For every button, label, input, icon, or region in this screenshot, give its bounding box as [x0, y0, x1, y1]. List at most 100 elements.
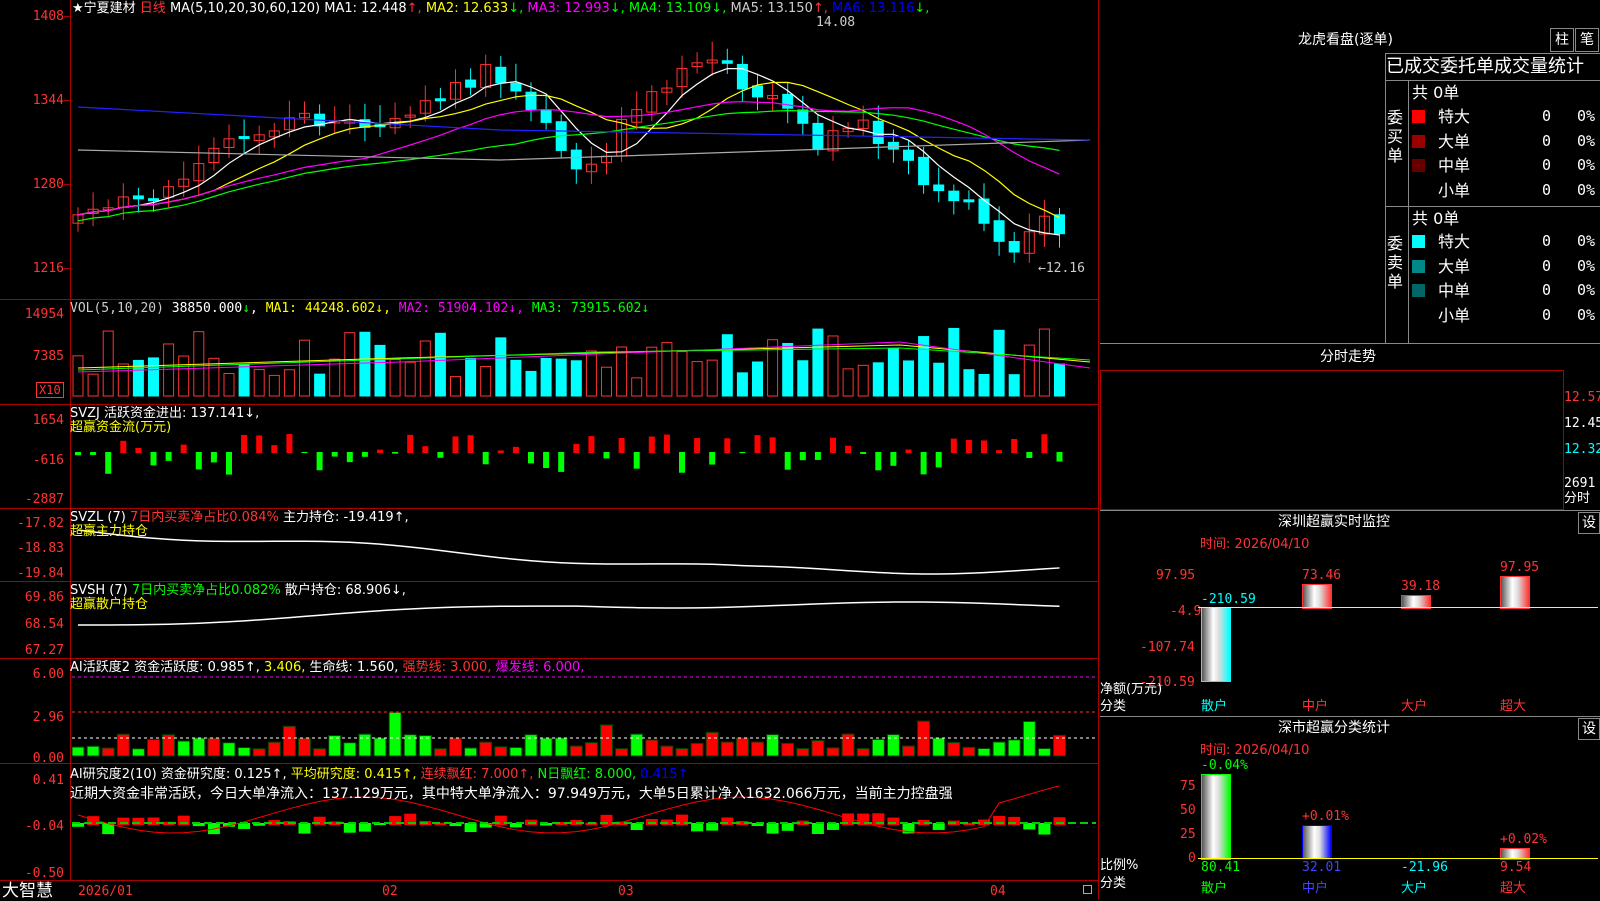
- ma-line: [77, 106, 1091, 141]
- ai2-e: 0.415↑: [640, 767, 689, 782]
- candle-body: [963, 199, 975, 203]
- kline-chart[interactable]: [0, 0, 1100, 900]
- svzl-y-3: -19.84: [17, 566, 64, 581]
- monitor-value-超大: 97.95: [1500, 560, 1540, 575]
- intraday-chart[interactable]: [1100, 370, 1564, 510]
- svzj-title: SVZJ 活跃资金进出: 137.141↓,: [70, 406, 260, 421]
- activity-bar: [584, 742, 598, 757]
- fund-flow-bar: [361, 452, 368, 457]
- fund-flow-bar: [180, 444, 187, 453]
- volume-bar: [948, 327, 960, 397]
- activity-bar: [192, 737, 206, 757]
- vol-unit-badge[interactable]: X10: [36, 382, 64, 398]
- research-bar: [932, 823, 945, 830]
- fund-flow-bar: [346, 452, 353, 463]
- activity-bar: [222, 742, 236, 757]
- ai2-note: 近期大资金非常活跃，今日大单净流入：137.129万元，其中特大单净流入：97.…: [70, 786, 953, 802]
- date-label-feb: 02: [382, 884, 398, 899]
- candle-body: [721, 60, 733, 64]
- buy-row-pct-1: 0%: [1577, 131, 1596, 150]
- ai2-research: 资金研究度: 0.125↑,: [160, 767, 287, 782]
- fund-flow-bar: [618, 437, 625, 453]
- activity-bar: [705, 731, 719, 757]
- activity-bar: [116, 733, 130, 757]
- ai1-value: 3.406,: [264, 660, 306, 675]
- candle-body: [238, 136, 250, 140]
- sell-row-color-0: [1412, 235, 1425, 248]
- activity-bar: [207, 737, 221, 757]
- activity-bar: [358, 733, 372, 757]
- ai1-y-2: 2.96: [32, 710, 64, 725]
- class-settings-button[interactable]: 设: [1578, 718, 1600, 740]
- lock-icon[interactable]: [1083, 885, 1092, 894]
- class-cat-散户: 散户: [1201, 881, 1228, 896]
- fund-flow-bar: [573, 443, 580, 453]
- buy-orders-label: 委买单: [1387, 108, 1404, 165]
- buy-row-name-0: 特大: [1438, 107, 1471, 126]
- fund-flow-bar: [1011, 438, 1018, 453]
- class-bar-散户[interactable]: [1201, 774, 1231, 860]
- research-bar: [811, 823, 824, 834]
- svsh-subtitle: 超赢散户持仓: [70, 597, 149, 612]
- activity-bar: [735, 737, 749, 757]
- volume-bar: [933, 362, 945, 397]
- vol-ma2: MA2: 51904.102↓,: [398, 301, 524, 316]
- volume-bar: [978, 373, 990, 397]
- activity-bar: [720, 741, 734, 757]
- vol-value: 38850.000: [171, 301, 243, 316]
- monitor-settings-button[interactable]: 设: [1578, 512, 1600, 534]
- fund-flow-bar: [316, 452, 323, 471]
- volume-bar: [570, 360, 582, 397]
- activity-bar: [282, 725, 296, 757]
- monitor-bar-散户[interactable]: [1201, 607, 1231, 682]
- activity-bar: [1037, 747, 1051, 757]
- volume-bar: [555, 358, 567, 397]
- buy-row-pct-3: 0%: [1577, 180, 1596, 199]
- buy-row-count-0: 0: [1542, 107, 1552, 125]
- app-logo[interactable]: 大智慧: [2, 882, 53, 900]
- activity-bar: [826, 747, 840, 757]
- monitor-axis-label: 净额(万元): [1100, 682, 1163, 697]
- volume-bar: [872, 362, 884, 397]
- candle-body: [1008, 241, 1020, 253]
- tick-view-button[interactable]: 笔: [1575, 28, 1599, 52]
- buy-row-name-2: 中单: [1438, 156, 1471, 175]
- volume-bar: [631, 377, 643, 397]
- class-bar-中户[interactable]: [1302, 824, 1332, 860]
- activity-bar: [992, 741, 1006, 757]
- candle-body: [872, 120, 884, 144]
- volume-bar: [1023, 344, 1035, 397]
- volume-bar: [842, 368, 854, 397]
- activity-bar: [71, 746, 85, 757]
- candle-body: [782, 93, 794, 109]
- candle-body: [132, 195, 144, 200]
- monitor-value-散户: -210.59: [1201, 592, 1256, 607]
- class-cat-大户: 大户: [1401, 881, 1428, 896]
- sell-row-pct-2: 0%: [1577, 281, 1596, 299]
- volume-bar: [601, 366, 612, 397]
- volume-bar: [268, 374, 280, 397]
- candle-body: [570, 149, 582, 170]
- monitor-bar-超大[interactable]: [1500, 576, 1530, 609]
- ai1-strong: 强势线: 3.000,: [402, 660, 492, 675]
- activity-bar: [917, 720, 931, 757]
- volume-bar: [993, 329, 1005, 397]
- class-delta-散户: -0.04%: [1201, 758, 1248, 774]
- fund-flow-bar: [422, 446, 429, 453]
- monitor-y-1: 97.95: [1156, 568, 1196, 583]
- class-y-25: 25: [1180, 827, 1196, 842]
- activity-bar: [237, 747, 251, 757]
- activity-bar: [690, 742, 704, 757]
- fund-flow-bar: [271, 445, 278, 453]
- bar-view-button[interactable]: 柱: [1550, 28, 1574, 52]
- vol-title: VOL(5,10,20): [70, 301, 164, 316]
- fund-flow-bar: [694, 438, 701, 453]
- class-time: 时间: 2026/04/10: [1200, 743, 1310, 758]
- activity-bar: [373, 737, 387, 757]
- volume-bar: [299, 339, 310, 397]
- activity-bar: [343, 742, 357, 757]
- activity-bar: [101, 747, 115, 757]
- volume-bar: [1054, 363, 1065, 397]
- research-bar: [781, 823, 794, 831]
- monitor-bar-中户[interactable]: [1302, 583, 1332, 609]
